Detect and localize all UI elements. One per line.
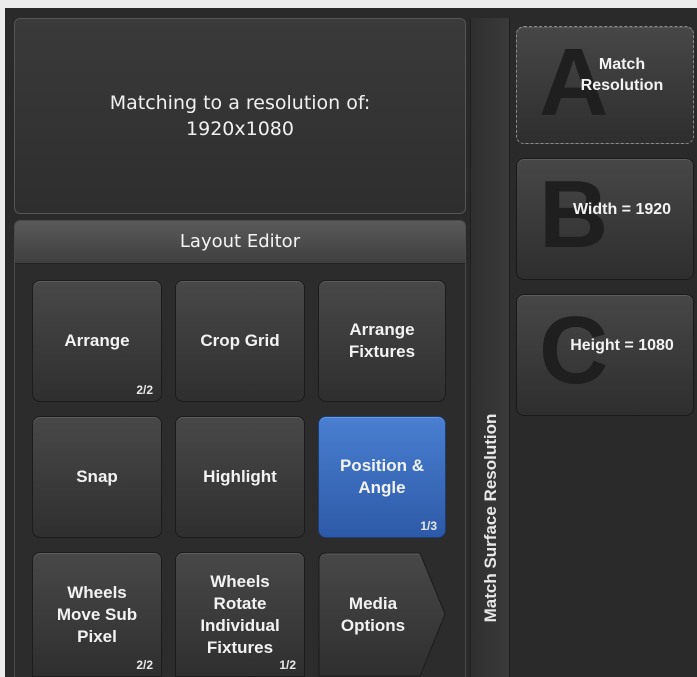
arrange-page-indicator: 2/2 bbox=[136, 383, 153, 397]
match-surface-resolution-title: Match Surface Resolution bbox=[481, 413, 500, 623]
resolution-info-text: Matching to a resolution of: bbox=[109, 92, 371, 114]
width-label: Width = 1920 bbox=[572, 200, 672, 218]
highlight-button[interactable]: Highlight bbox=[175, 416, 305, 538]
softkey-b-width[interactable]: B Width = 1920 bbox=[516, 158, 694, 280]
position-angle-page-indicator: 1/3 bbox=[420, 519, 437, 533]
arrange-button[interactable]: Arrange 2/2 bbox=[32, 280, 162, 402]
crop-grid-label: Crop Grid bbox=[200, 331, 280, 350]
wheels-move-sub-pixel-page-indicator: 2/2 bbox=[136, 658, 153, 672]
crop-grid-button[interactable]: Crop Grid bbox=[175, 280, 305, 402]
vertical-title-bar: Match Surface Resolution bbox=[470, 18, 510, 677]
snap-button[interactable]: Snap bbox=[32, 416, 162, 538]
arrange-fixtures-label: Arrange Fixtures bbox=[348, 320, 416, 361]
position-angle-button[interactable]: Position & Angle 1/3 bbox=[318, 416, 446, 538]
layout-editor-title: Layout Editor bbox=[15, 221, 465, 264]
softkey-c-height[interactable]: C Height = 1080 bbox=[516, 294, 694, 416]
snap-label: Snap bbox=[76, 467, 118, 486]
arrange-label: Arrange bbox=[64, 331, 130, 350]
media-options-label: Media Options bbox=[340, 593, 406, 635]
resolution-value: 1920x1080 bbox=[186, 118, 294, 140]
softkey-a-match-resolution[interactable]: A Match Resolution bbox=[516, 26, 694, 144]
wheels-rotate-individual-fixtures-label: Wheels Rotate Individual Fixtures bbox=[200, 571, 280, 657]
height-label: Height = 1080 bbox=[570, 336, 674, 354]
media-options-button[interactable]: Media Options bbox=[318, 552, 446, 677]
position-angle-label: Position & Angle bbox=[339, 456, 425, 497]
resolution-info-panel: Matching to a resolution of: 1920x1080 bbox=[14, 18, 466, 214]
highlight-label: Highlight bbox=[203, 467, 277, 486]
wheels-move-sub-pixel-label: Wheels Move Sub Pixel bbox=[56, 582, 138, 646]
match-resolution-label: Match Resolution bbox=[580, 56, 664, 94]
wheels-move-sub-pixel-button[interactable]: Wheels Move Sub Pixel 2/2 bbox=[32, 552, 162, 677]
wheels-rotate-page-indicator: 1/2 bbox=[279, 658, 296, 672]
arrange-fixtures-button[interactable]: Arrange Fixtures bbox=[318, 280, 446, 402]
wheels-rotate-individual-fixtures-button[interactable]: Wheels Rotate Individual Fixtures 1/2 bbox=[175, 552, 305, 677]
